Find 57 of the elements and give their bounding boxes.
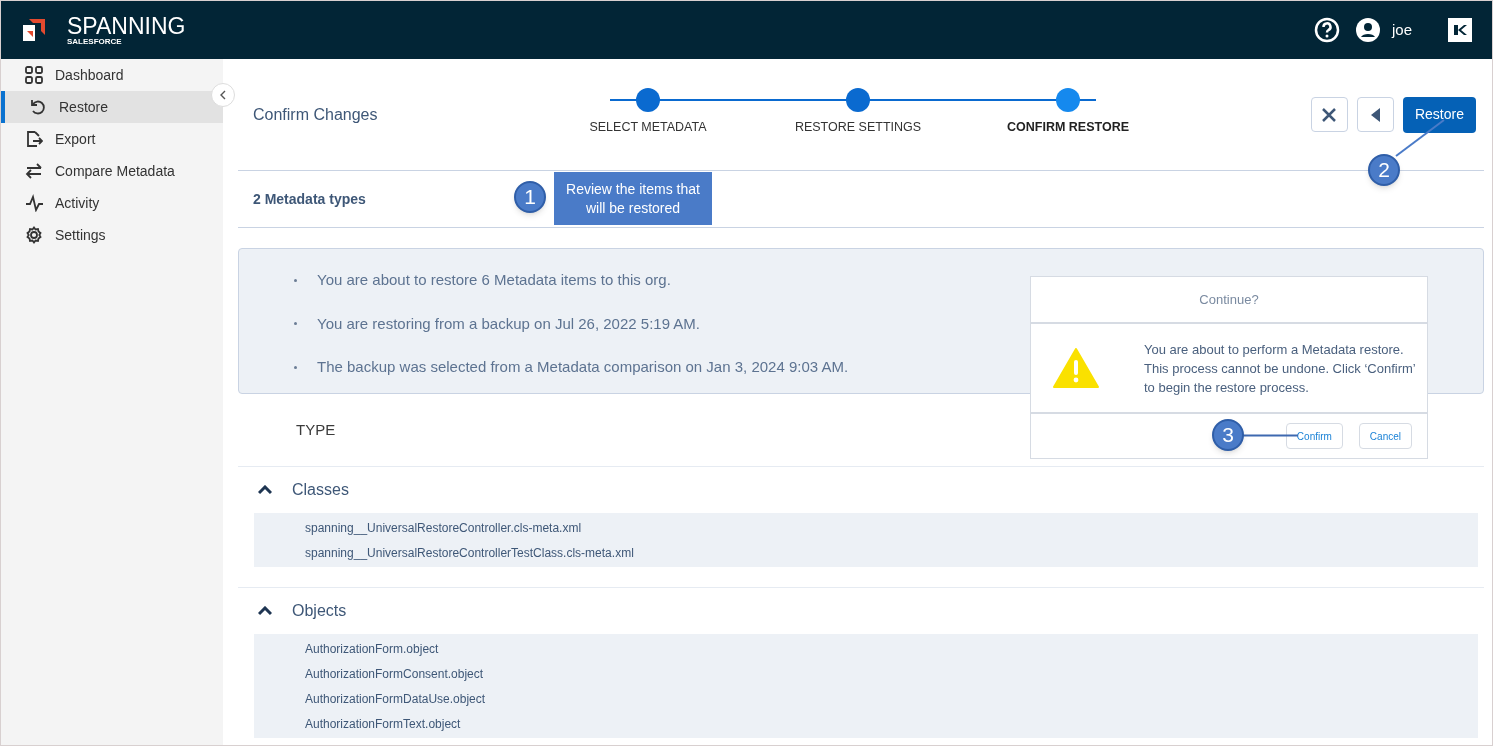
user-name[interactable]: joe xyxy=(1391,18,1412,42)
callout-number: 2 xyxy=(1368,154,1400,186)
chevron-left-icon xyxy=(220,90,226,100)
list-item: spanning__UniversalRestoreControllerTestClass.cls-meta.xml xyxy=(304,544,635,562)
restore-button[interactable]: Restore xyxy=(1402,96,1476,133)
list-item: AuthorizationFormConsent.object xyxy=(304,665,485,683)
column-header: TYPE xyxy=(296,419,336,440)
sidebar-item[interactable]: Dashboard xyxy=(1,59,223,91)
back-button[interactable] xyxy=(1356,97,1394,132)
chevron-icon[interactable] xyxy=(258,606,272,616)
summary-text: You are about to restore 6 Metadata items to this org. xyxy=(317,270,671,290)
sidebar-item[interactable]: Activity xyxy=(1,187,223,219)
leader-line xyxy=(1395,119,1445,157)
logo-icon xyxy=(21,17,47,43)
sidebar-item[interactable]: Restore xyxy=(1,91,223,123)
export-icon xyxy=(25,130,43,148)
step-label: RESTORE SETTINGS xyxy=(794,119,922,137)
section-title[interactable]: Classes xyxy=(292,478,349,502)
close-button[interactable] xyxy=(1310,97,1348,132)
metadata-count: 2 Metadata types xyxy=(253,189,366,209)
step-label: SELECT METADATA xyxy=(589,119,707,137)
sidebar-item[interactable]: Compare Metadata xyxy=(1,155,223,187)
bullet-icon xyxy=(294,365,297,369)
swap-arrows-icon xyxy=(25,162,43,180)
brand-subtitle: SALESFORCE xyxy=(67,37,123,46)
list-item: AuthorizationForm.object xyxy=(304,640,440,658)
brand-name: SPANNING xyxy=(67,14,186,38)
undo-arrow-icon xyxy=(29,98,47,116)
bullet-icon xyxy=(294,278,297,282)
dialog-title: Continue? xyxy=(1031,277,1427,324)
sidebar-item[interactable]: Export xyxy=(1,123,223,155)
leader-line xyxy=(1241,434,1298,437)
page-title: Confirm Changes xyxy=(253,104,379,125)
list-item: spanning__UniversalRestoreController.cls-meta.xml xyxy=(304,519,583,537)
user-avatar-icon[interactable] xyxy=(1355,18,1380,42)
dialog-message: You are about to perform a Metadata restore. This process cannot be undone. Click ‘Confirm’ to begin the restore process. xyxy=(1144,340,1417,397)
summary-text: The backup was selected from a Metadata comparison on Jan 3, 2024 9:03 AM. xyxy=(317,357,849,377)
chevron-icon[interactable] xyxy=(258,485,272,495)
warning-icon xyxy=(1053,348,1099,388)
step-label: CONFIRM RESTORE xyxy=(1007,119,1129,137)
grid-icon xyxy=(25,66,43,84)
section-title[interactable]: Objects xyxy=(292,599,347,623)
bullet-icon xyxy=(294,322,297,326)
callout-note: Review the items that will be restored xyxy=(554,172,712,225)
triangle-left-icon xyxy=(1370,107,1380,122)
close-icon xyxy=(1322,107,1337,122)
callout-number: 1 xyxy=(514,181,546,213)
sidebar-item[interactable]: Settings xyxy=(1,219,223,251)
app-logo-icon[interactable] xyxy=(1448,18,1472,42)
cancel-button[interactable]: Cancel xyxy=(1358,423,1412,449)
pulse-icon xyxy=(25,194,43,212)
list-item: AuthorizationFormDataUse.object xyxy=(304,690,487,708)
confirm-button[interactable]: Confirm xyxy=(1285,423,1343,449)
help-icon[interactable] xyxy=(1313,17,1340,43)
gear-icon xyxy=(25,226,43,244)
list-item: AuthorizationFormText.object xyxy=(304,715,462,733)
summary-text: You are restoring from a backup on Jul 26, 2022 5:19 AM. xyxy=(317,313,701,334)
